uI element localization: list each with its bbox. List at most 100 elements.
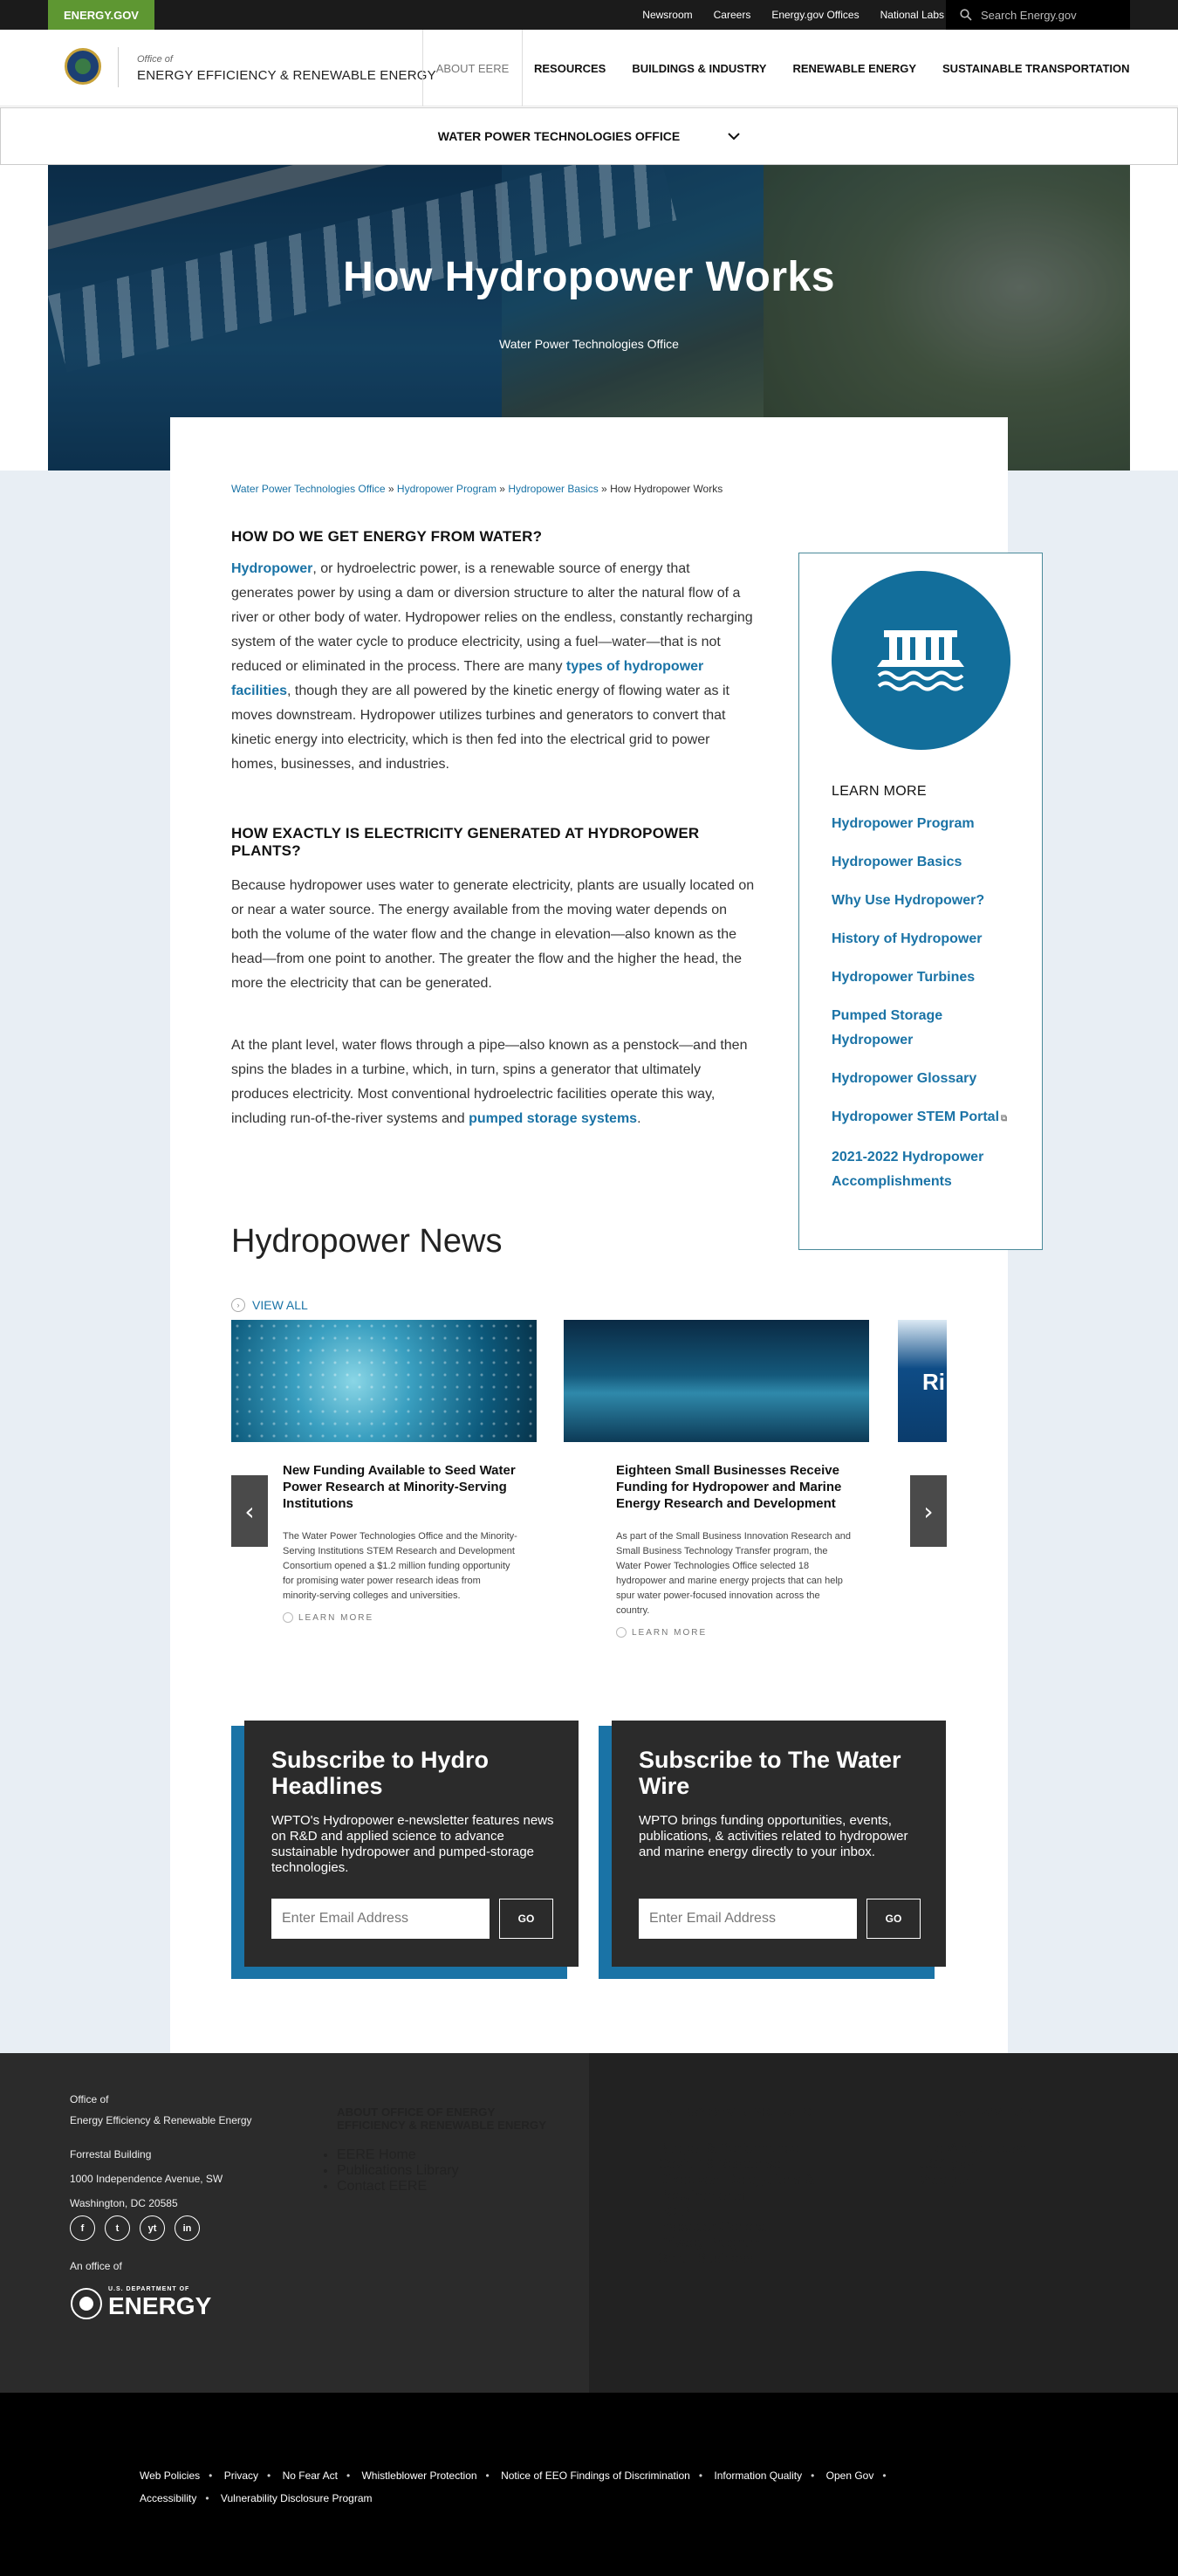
breadcrumb-current: How Hydropower Works [610, 483, 723, 495]
footer-office-name[interactable]: Energy Efficiency & Renewable Energy [70, 2112, 252, 2129]
sidebar-link-why-use-hydropower[interactable]: Why Use Hydropower? [832, 893, 984, 908]
search-input[interactable] [981, 8, 1120, 22]
footer-link-eere-home[interactable]: EERE Home [337, 2147, 416, 2162]
twitter-icon[interactable]: t [105, 2215, 130, 2241]
email-field[interactable] [639, 1899, 857, 1939]
sidebar-link-hydropower-program[interactable]: Hydropower Program [832, 816, 975, 831]
utility-link-offices[interactable]: Energy.gov Offices [771, 9, 859, 21]
utility-link-newsroom[interactable]: Newsroom [642, 9, 692, 21]
carousel-prev-button[interactable]: ‹ [231, 1475, 268, 1547]
sidebar-link-accomplishments[interactable]: 2021-2022 Hydropower Accomplishments [832, 1150, 983, 1189]
arrow-circle-icon: › [231, 1298, 245, 1312]
legal-link-info-quality[interactable]: Information Quality [714, 2470, 802, 2482]
youtube-icon[interactable]: yt [140, 2215, 165, 2241]
sidebar-link-glossary[interactable]: Hydropower Glossary [832, 1071, 976, 1086]
doe-seal-logo[interactable] [65, 48, 101, 85]
footer-link-usa-gov[interactable]: USA.gov [919, 2157, 974, 2172]
sidebar-link-turbines[interactable]: Hydropower Turbines [832, 970, 975, 985]
header-divider [118, 47, 119, 87]
news-card[interactable]: Eighteen Small Businesses Receive Fundin… [595, 1445, 861, 1638]
external-link-icon: ⧉ [1001, 1114, 1008, 1123]
footer-link-inspector-general[interactable]: Inspector General [658, 2220, 769, 2235]
breadcrumb-wpto[interactable]: Water Power Technologies Office [231, 483, 386, 495]
news-card-body: The Water Power Technologies Office and … [283, 1531, 517, 1601]
linkedin-icon[interactable]: in [175, 2215, 200, 2241]
pumped-storage-link[interactable]: pumped storage systems [469, 1111, 637, 1126]
news-card-learn-more[interactable]: LEARN MORE [616, 1627, 861, 1638]
office-dropdown-label: WATER POWER TECHNOLOGIES OFFICE [437, 129, 681, 143]
news-image-wave[interactable] [564, 1320, 869, 1442]
sidebar-link-stem-portal[interactable]: Hydropower STEM Portal [832, 1109, 999, 1124]
sidebar-link-hydropower-basics[interactable]: Hydropower Basics [832, 855, 962, 869]
carousel-next-button[interactable]: › [910, 1475, 947, 1547]
paragraph-plant-level: At the plant level, water flows through … [231, 1038, 748, 1126]
nav-resources[interactable]: RESOURCES [534, 62, 606, 75]
breadcrumb-hydropower-basics[interactable]: Hydropower Basics [508, 483, 598, 495]
footer-link-vote-gov[interactable]: Vote.gov [919, 2173, 973, 2188]
subscribe-hydro-headlines: Subscribe to Hydro Headlines WPTO's Hydr… [244, 1721, 579, 1967]
view-all-news-link[interactable]: › VIEW ALL [231, 1298, 308, 1312]
paragraph-hydropower-intro: Hydropower, or hydroelectric power, is a… [231, 561, 753, 772]
subscribe-go-button[interactable]: GO [499, 1899, 553, 1939]
sidebar-link-pumped-storage[interactable]: Pumped Storage Hydropower [832, 1008, 942, 1048]
legal-links: Web Policies • Privacy • No Fear Act • Whis… [140, 2470, 887, 2504]
footer-link-budget[interactable]: Budget & Performance [658, 2141, 799, 2156]
footer-link-white-house[interactable]: The White House [919, 2141, 1027, 2156]
arrow-circle-icon [283, 1612, 293, 1623]
breadcrumb-hydropower-program[interactable]: Hydropower Program [397, 483, 497, 495]
learn-more-heading: LEARN MORE [832, 784, 927, 799]
news-image-partial[interactable]: Ri [898, 1320, 947, 1442]
utility-bar: ENERGY.GOV Newsroom Careers Energy.gov O… [0, 0, 1178, 30]
footer-link-directives[interactable]: Directives, Delegations & Requirements [658, 2173, 814, 2203]
dam-icon-circle [832, 571, 1010, 750]
utility-link-labs[interactable]: National Labs [880, 9, 944, 21]
office-of-label: Office of [137, 54, 173, 65]
email-field[interactable] [271, 1899, 490, 1939]
page-title: How Hydropower Works [343, 254, 835, 300]
legal-link-whistleblower[interactable]: Whistleblower Protection [361, 2470, 476, 2482]
office-dropdown[interactable]: WATER POWER TECHNOLOGIES OFFICE [0, 107, 1178, 165]
news-image-bubbles[interactable] [231, 1320, 537, 1442]
nav-buildings-industry[interactable]: BUILDINGS & INDUSTRY [632, 62, 766, 75]
legal-link-privacy[interactable]: Privacy [224, 2470, 258, 2482]
nav-renewable-energy[interactable]: RENEWABLE ENERGY [792, 62, 916, 75]
footer-link-contact[interactable]: Contact EERE [337, 2179, 427, 2194]
footer-resources-column: ENERGY.GOV RESOURCES Budget & Performanc… [658, 2105, 824, 2267]
sidebar-link-history[interactable]: History of Hydropower [832, 931, 982, 946]
news-card-title[interactable]: New Funding Available to Seed Water Powe… [283, 1462, 518, 1512]
about-eere-link[interactable]: ABOUT EERE [422, 30, 523, 106]
legal-link-eeo[interactable]: Notice of EEO Findings of Discrimination [501, 2470, 690, 2482]
legal-link-vulnerability[interactable]: Vulnerability Disclosure Program [221, 2492, 373, 2504]
footer-link-publications[interactable]: Publications Library [337, 2163, 459, 2178]
news-card-title[interactable]: Eighteen Small Businesses Receive Fundin… [616, 1462, 852, 1512]
paragraph-how-generated: Because hydropower uses water to generat… [231, 878, 755, 991]
subscribe-description: WPTO brings funding opportunities, event… [639, 1813, 908, 1859]
eere-site-title[interactable]: ENERGY EFFICIENCY & RENEWABLE ENERGY [137, 68, 436, 83]
footer-link-privacy-program[interactable]: Privacy Program [658, 2236, 761, 2250]
legal-link-web-policies[interactable]: Web Policies [140, 2470, 200, 2482]
subscribe-water-wire: Subscribe to The Water Wire WPTO brings … [612, 1721, 946, 1967]
section-heading-energy-from-water: HOW DO WE GET ENERGY FROM WATER? [231, 528, 543, 545]
hydropower-link[interactable]: Hydropower [231, 561, 312, 576]
subscribe-description: WPTO's Hydropower e-newsletter features … [271, 1813, 554, 1875]
subscribe-go-button[interactable]: GO [866, 1899, 921, 1939]
facebook-icon[interactable]: f [70, 2215, 95, 2241]
page-subtitle: Water Power Technologies Office [499, 337, 679, 351]
footer-link-covid[interactable]: Covid-19 Response [658, 2157, 781, 2172]
learn-more-sidebar: LEARN MORE Hydropower Program Hydropower… [798, 553, 1043, 1250]
legal-link-accessibility[interactable]: Accessibility [140, 2492, 196, 2504]
search-icon[interactable] [960, 9, 972, 21]
footer-about-column: ABOUT OFFICE OF ENERGY EFFICIENCY & RENE… [337, 2105, 555, 2195]
legal-link-no-fear-act[interactable]: No Fear Act [283, 2470, 338, 2482]
footer-link-small-business[interactable]: Small Business [658, 2251, 753, 2266]
doe-footer-logo[interactable]: U.S. DEPARTMENT OF ENERGY [70, 2286, 211, 2320]
energy-gov-logo[interactable]: ENERGY.GOV [48, 0, 154, 30]
news-card[interactable]: New Funding Available to Seed Water Powe… [262, 1445, 528, 1623]
nav-sustainable-transportation[interactable]: SUSTAINABLE TRANSPORTATION [942, 62, 1130, 75]
legal-link-open-gov[interactable]: Open Gov [826, 2470, 874, 2482]
utility-link-careers[interactable]: Careers [714, 9, 751, 21]
news-card-learn-more[interactable]: LEARN MORE [283, 1612, 528, 1623]
doe-seal-icon [71, 2287, 102, 2319]
legal-footer: Web Policies • Privacy • No Fear Act • Whis… [0, 2393, 1178, 2576]
footer-link-foia[interactable]: FOIA [658, 2204, 690, 2219]
